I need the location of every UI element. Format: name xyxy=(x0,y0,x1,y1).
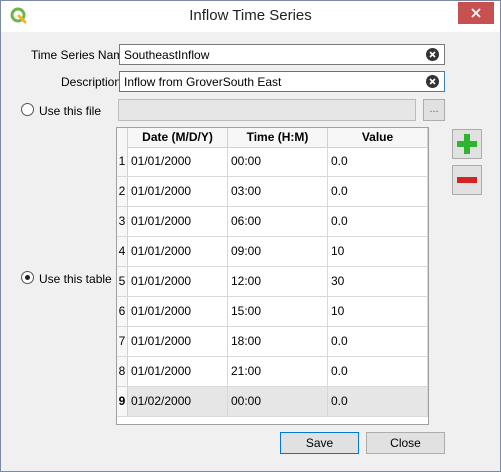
close-icon xyxy=(471,8,481,18)
date-cell[interactable]: 01/01/2000 xyxy=(128,177,228,206)
date-cell[interactable]: 01/01/2000 xyxy=(128,297,228,326)
date-cell[interactable]: 01/01/2000 xyxy=(128,147,228,176)
title-bar: Inflow Time Series xyxy=(1,1,500,32)
time-cell[interactable]: 12:00 xyxy=(228,267,328,296)
plus-icon xyxy=(457,134,477,154)
date-cell[interactable]: 01/01/2000 xyxy=(128,237,228,266)
table-header: Date (M/D/Y) Time (H:M) Value xyxy=(117,128,428,148)
corner-header xyxy=(117,128,128,147)
table-row[interactable]: 2 01/01/2000 03:00 0.0 xyxy=(117,177,428,207)
table-row[interactable]: 7 01/01/2000 18:00 0.0 xyxy=(117,327,428,357)
window-title: Inflow Time Series xyxy=(189,7,312,24)
value-cell[interactable]: 0.0 xyxy=(328,177,428,206)
name-label: Time Series Name xyxy=(31,48,130,62)
value-cell[interactable]: 30 xyxy=(328,267,428,296)
row-number[interactable]: 4 xyxy=(117,237,128,266)
clear-icon[interactable] xyxy=(426,75,439,88)
value-cell[interactable]: 0.0 xyxy=(328,207,428,236)
row-number[interactable]: 8 xyxy=(117,357,128,386)
time-cell[interactable]: 00:00 xyxy=(228,147,328,176)
table-row[interactable]: 9 01/02/2000 00:00 0.0 xyxy=(117,387,428,417)
table-row[interactable]: 8 01/01/2000 21:00 0.0 xyxy=(117,357,428,387)
value-cell[interactable]: 10 xyxy=(328,237,428,266)
row-number[interactable]: 7 xyxy=(117,327,128,356)
description-label: Description xyxy=(61,75,122,89)
table-row[interactable]: 5 01/01/2000 12:00 30 xyxy=(117,267,428,297)
row-number[interactable]: 6 xyxy=(117,297,128,326)
time-cell[interactable]: 18:00 xyxy=(228,327,328,356)
date-cell[interactable]: 01/01/2000 xyxy=(128,267,228,296)
row-number[interactable]: 3 xyxy=(117,207,128,236)
date-cell[interactable]: 01/02/2000 xyxy=(128,387,228,416)
column-header-value[interactable]: Value xyxy=(328,128,428,147)
use-table-label: Use this table xyxy=(39,272,112,286)
date-cell[interactable]: 01/01/2000 xyxy=(128,357,228,386)
value-cell[interactable]: 10 xyxy=(328,297,428,326)
description-value: Inflow from GroverSouth East xyxy=(124,75,282,89)
table-row[interactable]: 1 01/01/2000 00:00 0.0 xyxy=(117,147,428,177)
value-cell[interactable]: 0.0 xyxy=(328,147,428,176)
row-number[interactable]: 5 xyxy=(117,267,128,296)
use-file-radio[interactable] xyxy=(21,103,34,116)
time-cell[interactable]: 00:00 xyxy=(228,387,328,416)
value-cell[interactable]: 0.0 xyxy=(328,387,428,416)
row-number[interactable]: 1 xyxy=(117,147,128,176)
date-cell[interactable]: 01/01/2000 xyxy=(128,207,228,236)
file-path-input[interactable] xyxy=(118,99,416,121)
row-number[interactable]: 9 xyxy=(117,387,128,416)
close-button[interactable]: Close xyxy=(366,432,445,454)
name-input[interactable]: SoutheastInflow xyxy=(119,44,445,65)
browse-button[interactable]: ... xyxy=(423,99,445,121)
value-cell[interactable]: 0.0 xyxy=(328,357,428,386)
close-window-button[interactable] xyxy=(458,2,494,24)
name-value: SoutheastInflow xyxy=(124,48,210,62)
remove-row-button[interactable] xyxy=(452,165,482,195)
use-table-radio[interactable] xyxy=(21,271,34,284)
row-number[interactable]: 2 xyxy=(117,177,128,206)
table-row[interactable]: 4 01/01/2000 09:00 10 xyxy=(117,237,428,267)
dialog-window: Inflow Time Series Time Series Name Sout… xyxy=(0,0,501,472)
column-header-date[interactable]: Date (M/D/Y) xyxy=(128,128,228,147)
value-cell[interactable]: 0.0 xyxy=(328,327,428,356)
save-button[interactable]: Save xyxy=(280,432,359,454)
column-header-time[interactable]: Time (H:M) xyxy=(228,128,328,147)
time-cell[interactable]: 06:00 xyxy=(228,207,328,236)
time-cell[interactable]: 21:00 xyxy=(228,357,328,386)
time-cell[interactable]: 15:00 xyxy=(228,297,328,326)
time-cell[interactable]: 03:00 xyxy=(228,177,328,206)
table-row[interactable]: 3 01/01/2000 06:00 0.0 xyxy=(117,207,428,237)
table-row[interactable]: 6 01/01/2000 15:00 10 xyxy=(117,297,428,327)
description-input[interactable]: Inflow from GroverSouth East xyxy=(119,71,445,92)
add-row-button[interactable] xyxy=(452,129,482,159)
minus-icon xyxy=(457,177,477,183)
time-series-table[interactable]: Date (M/D/Y) Time (H:M) Value 1 01/01/20… xyxy=(116,127,429,425)
time-cell[interactable]: 09:00 xyxy=(228,237,328,266)
use-file-label: Use this file xyxy=(39,104,102,118)
date-cell[interactable]: 01/01/2000 xyxy=(128,327,228,356)
clear-icon[interactable] xyxy=(426,48,439,61)
